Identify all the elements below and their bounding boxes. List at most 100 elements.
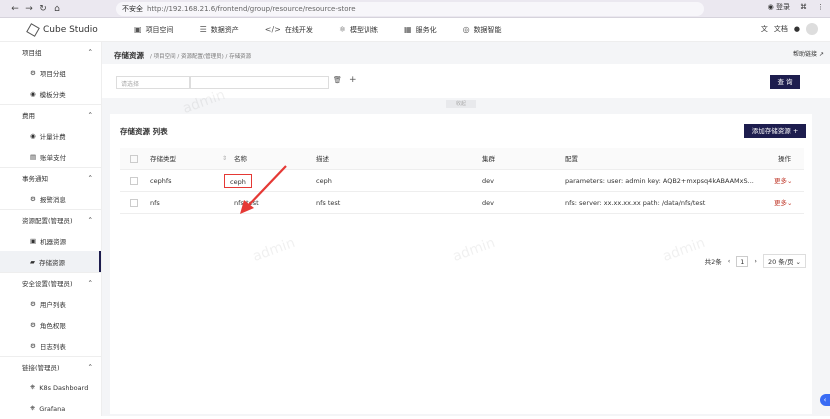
pagination: 共2条 ‹ 1 › 20 条/页 ⌄ [705, 254, 806, 268]
sidebar-group-links[interactable]: 链接(管理员) ⌃ [0, 357, 101, 377]
sidebar-group-notify[interactable]: 事务通知 ⌃ [0, 168, 101, 188]
cell-desc: nfs test [316, 199, 341, 207]
browser-toolbar: ← → ↻ ⌂ 不安全 http://192.168.21.6/frontend… [0, 0, 830, 18]
chevron-up-icon: ⌃ [87, 48, 93, 56]
item-label: Grafana [39, 404, 66, 413]
group-label: 安全设置(管理员) [22, 280, 73, 288]
reload-icon[interactable]: ↻ [36, 4, 50, 14]
query-button[interactable]: 查 询 [770, 75, 800, 89]
sidebar-item-k8s[interactable]: ⎈ K8s Dashboard [0, 377, 101, 398]
security-indicator[interactable]: 不安全 [116, 4, 147, 14]
home-icon[interactable]: ⌂ [50, 4, 64, 14]
address-bar[interactable]: 不安全 http://192.168.21.6/frontend/group/r… [116, 2, 704, 16]
extensions-icon[interactable]: ⌘ [800, 3, 807, 11]
more-label: 更多 [774, 177, 787, 185]
log-icon: ⚙ [30, 341, 36, 350]
group-icon: ⚙ [30, 68, 36, 77]
item-label: 模板分类 [39, 90, 66, 99]
avatar[interactable] [806, 23, 818, 35]
sidebar-item-users[interactable]: ⚙ 用户列表 [0, 293, 101, 314]
page-size-label: 20 条/页 [767, 258, 794, 266]
more-button[interactable]: 更多⌄ [774, 192, 792, 214]
sidebar-item-roles[interactable]: ⚙ 角色权限 [0, 314, 101, 335]
language-icon[interactable]: 文 [761, 24, 768, 34]
row-checkbox[interactable] [130, 177, 138, 185]
sidebar: 项目组 ⌃ ⚙ 项目分组 ◉ 模板分类 费用 ⌃ ◉ 计量计费 ▤ 账单支付 事务通知 ⌃ ⚙… [0, 42, 102, 416]
col-type: 存储类型 [150, 155, 176, 163]
filter-input[interactable] [190, 76, 329, 89]
more-button[interactable]: 更多⌄ [774, 170, 792, 192]
forward-icon[interactable]: → [22, 4, 36, 14]
col-config: 配置 [565, 155, 578, 163]
add-storage-button[interactable]: 添加存储资源 + [744, 124, 806, 138]
back-icon[interactable]: ← [8, 4, 22, 14]
app-logo[interactable]: Cube Studio [0, 22, 134, 37]
col-cluster: 集群 [482, 155, 495, 163]
group-label: 事务通知 [22, 175, 48, 183]
item-label: 用户列表 [39, 300, 66, 309]
login-button[interactable]: ◉ 登录 [768, 2, 790, 12]
cell-type: cephfs [150, 177, 172, 185]
k8s-icon: ⎈ [30, 383, 36, 391]
nav-item-data[interactable]: ☰ 数据资产 [200, 25, 239, 35]
page-number[interactable]: 1 [736, 255, 749, 267]
item-label: K8s Dashboard [39, 383, 89, 392]
sidebar-item-template[interactable]: ◉ 模板分类 [0, 83, 101, 104]
select-all-checkbox[interactable] [130, 155, 138, 163]
sidebar-group-resource[interactable]: 资源配置(管理员) ⌃ [0, 210, 101, 230]
nav-label: 数据智能 [473, 25, 502, 34]
filter-select[interactable]: 请选择 [116, 76, 190, 89]
cube-logo-icon [26, 22, 40, 37]
cell-cluster: dev [482, 199, 494, 207]
item-label: 角色权限 [39, 321, 66, 330]
chevron-up-icon: ⌃ [87, 174, 93, 182]
docs-link[interactable]: 文档 [774, 24, 788, 34]
collapse-toggle[interactable]: 收起 [446, 100, 476, 108]
sidebar-group-security[interactable]: 安全设置(管理员) ⌃ [0, 273, 101, 293]
role-icon: ⚙ [30, 320, 36, 329]
table-row: cephfs ceph ceph dev parameters: user: a… [120, 170, 804, 192]
github-icon[interactable]: ● [794, 25, 800, 33]
chevron-down-icon: ⌄ [787, 199, 793, 207]
breadcrumb: 存储资源 / 项目空间 / 资源配置(管理员) / 存储资源 [114, 50, 251, 61]
alert-icon: ⚙ [30, 194, 36, 203]
nav-item-train[interactable]: ⚛ 模型训练 [339, 25, 378, 35]
server-icon: ▦ [404, 25, 412, 34]
sidebar-item-project-group[interactable]: ⚙ 项目分组 [0, 62, 101, 83]
next-page-icon[interactable]: › [754, 257, 757, 265]
sidebar-item-storage[interactable]: ▰ 存储资源 [0, 251, 101, 272]
sidebar-group-project[interactable]: 项目组 ⌃ [0, 42, 101, 62]
chevron-up-icon: ⌃ [87, 216, 93, 224]
storage-table: 存储类型 ⇕ 名称 描述 集群 配置 操作 cephfs ceph ceph d… [120, 148, 804, 214]
nav-item-serve[interactable]: ▦ 服务化 [404, 25, 437, 35]
row-checkbox[interactable] [130, 199, 138, 207]
url-text[interactable]: http://192.168.21.6/frontend/group/resou… [147, 5, 356, 13]
sort-icon[interactable]: ⇕ [222, 148, 227, 170]
sidebar-group-cost[interactable]: 费用 ⌃ [0, 105, 101, 125]
network-icon: ⚛ [338, 25, 347, 34]
delete-icon[interactable]: 🗑 [333, 76, 342, 84]
page-title: 存储资源 [114, 51, 144, 60]
arrow-shaft [245, 165, 287, 209]
item-label: 项目分组 [39, 69, 66, 78]
sidebar-item-billing[interactable]: ◉ 计量计费 [0, 125, 101, 146]
sidebar-item-logs[interactable]: ⚙ 日志列表 [0, 335, 101, 356]
nav-item-dev[interactable]: </> 在线开发 [265, 25, 313, 35]
page-size-select[interactable]: 20 条/页 ⌄ [762, 254, 806, 268]
brain-icon: ◎ [462, 25, 470, 34]
sidebar-item-bill[interactable]: ▤ 账单支付 [0, 146, 101, 167]
nav-item-ai[interactable]: ◎ 数据智能 [463, 25, 502, 35]
breadcrumb-path: / 项目空间 / 资源配置(管理员) / 存储资源 [150, 54, 252, 60]
help-link[interactable]: 帮助链接 ↗ [793, 49, 824, 58]
collapse-panel-icon[interactable]: ‹ [820, 394, 830, 406]
nav-item-project[interactable]: ▣ 项目空间 [134, 25, 174, 35]
sidebar-item-machine[interactable]: ▣ 机器资源 [0, 230, 101, 251]
group-label: 项目组 [22, 49, 42, 57]
menu-icon[interactable]: ⋮ [817, 3, 824, 11]
more-label: 更多 [774, 199, 787, 207]
item-label: 机器资源 [40, 237, 67, 246]
item-label: 报警消息 [39, 195, 66, 204]
prev-page-icon[interactable]: ‹ [728, 257, 731, 265]
sidebar-item-alert[interactable]: ⚙ 报警消息 [0, 188, 101, 209]
plus-icon[interactable]: + [349, 75, 357, 85]
